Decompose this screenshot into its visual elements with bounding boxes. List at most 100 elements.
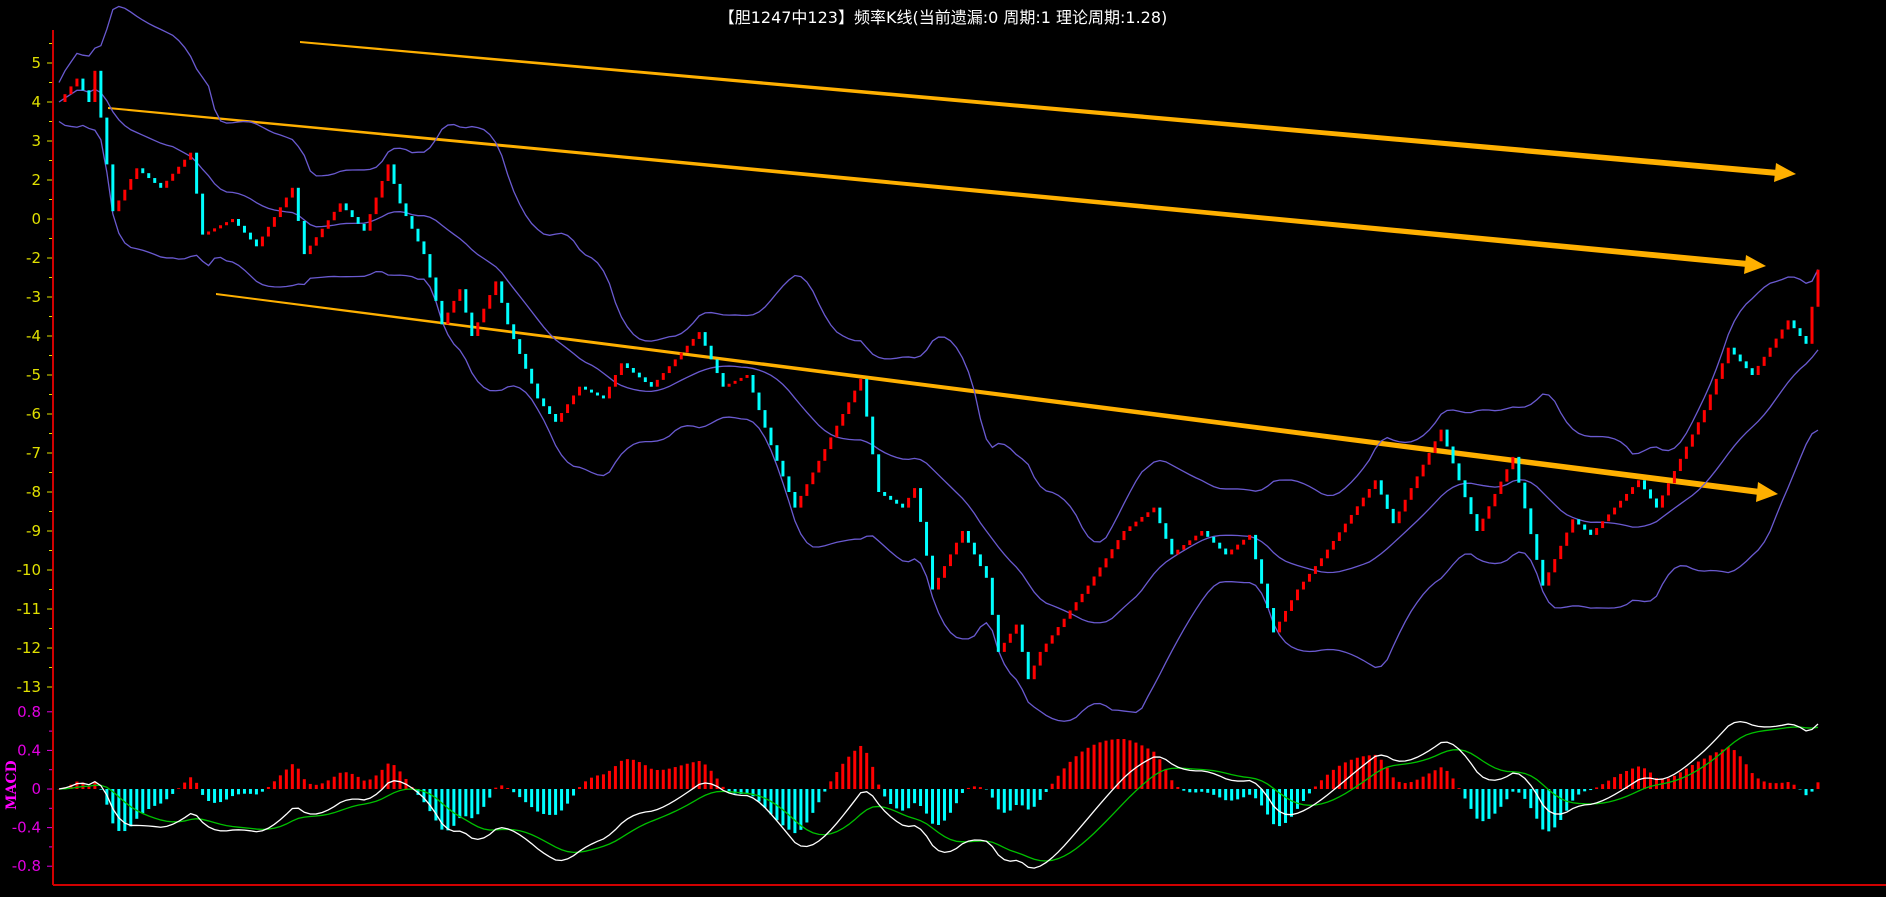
macd-bar-negative: [1589, 789, 1593, 791]
candle-up: [75, 78, 79, 87]
candle-down: [1170, 538, 1174, 555]
candle-down: [153, 178, 157, 183]
candle-up: [578, 386, 582, 396]
candle-up: [799, 495, 803, 508]
candle-up: [1301, 581, 1305, 590]
y-tick-label: -7: [26, 444, 41, 462]
candle-down: [111, 164, 115, 212]
macd-bar-negative: [1529, 789, 1533, 809]
candle-up: [1074, 602, 1078, 611]
candle-down: [428, 254, 432, 278]
candle-up: [1086, 585, 1090, 594]
candle-up: [117, 200, 121, 212]
macd-bar-positive: [679, 765, 683, 789]
macd-bar-positive: [1176, 786, 1180, 789]
macd-bar-negative: [793, 789, 797, 834]
trend-arrow-2: [108, 107, 1748, 267]
macd-bar-positive: [578, 787, 582, 789]
candle-up: [661, 373, 665, 380]
candle-up: [1044, 643, 1048, 652]
candle-down: [637, 372, 641, 378]
macd-bar-positive: [308, 783, 312, 789]
candle-up: [1619, 500, 1623, 508]
macd-bar-positive: [494, 787, 498, 789]
candle-up: [745, 375, 749, 378]
candle-down: [901, 503, 905, 508]
kline-chart: 5 4 3 2 0 -2 -3 -4 -5 -6 -7 -8 -9 -10 -11 -12 -13 0.8 0.4 0…: [12, 5, 1886, 886]
macd-bar-positive: [1726, 747, 1730, 789]
macd-bar-negative: [948, 789, 952, 813]
candle-up: [733, 380, 737, 384]
candle-up: [1625, 493, 1629, 501]
macd-bar-positive: [1601, 784, 1605, 789]
candle-up: [1505, 469, 1509, 482]
candle-down: [344, 203, 348, 211]
candle-up: [1373, 480, 1377, 489]
macd-bar-negative: [153, 789, 157, 806]
candle-up: [476, 322, 480, 336]
candle-up: [1128, 526, 1132, 531]
candle-down: [1272, 608, 1276, 633]
macd-bar-positive: [296, 768, 300, 789]
macd-bar-positive: [631, 759, 635, 789]
macd-bar-negative: [1248, 789, 1252, 795]
candle-up: [572, 395, 576, 405]
candle-up: [219, 225, 223, 229]
macd-bar-negative: [99, 789, 103, 790]
candle-up: [1720, 363, 1724, 379]
macd-bar-negative: [536, 789, 540, 812]
candle-up: [1152, 507, 1156, 513]
candle-down: [1523, 482, 1527, 509]
candle-down: [105, 117, 109, 165]
candle-down: [416, 228, 420, 242]
candle-up: [1762, 356, 1766, 366]
macd-bar-positive: [326, 780, 330, 789]
y-tick-label: -4: [26, 327, 41, 345]
candle-up: [1678, 458, 1682, 472]
macd-bar-positive: [278, 775, 282, 789]
macd-bar-positive: [1637, 766, 1641, 789]
candle-up: [380, 180, 384, 198]
candle-up: [1439, 429, 1443, 442]
candle-up: [942, 566, 946, 578]
candle-up: [1307, 573, 1311, 582]
macd-bar-positive: [189, 777, 193, 789]
macd-bar-positive: [877, 784, 881, 789]
macd-bar-positive: [374, 775, 378, 789]
macd-bar-negative: [1194, 789, 1198, 793]
macd-bar-positive: [613, 766, 617, 789]
candle-up: [1361, 497, 1365, 507]
candle-up: [1355, 506, 1359, 515]
candle-up: [1002, 642, 1006, 652]
macd-bar-negative: [512, 789, 516, 793]
macd-bar-positive: [1439, 767, 1443, 789]
macd-bar-positive: [1056, 775, 1060, 789]
macd-bar-positive: [853, 750, 857, 789]
candle-up: [1140, 516, 1144, 522]
candle-up: [1427, 453, 1431, 465]
macd-bar-positive: [637, 762, 641, 789]
candle-up: [308, 245, 312, 255]
candle-up: [1236, 544, 1240, 550]
candle-down: [404, 203, 408, 217]
y-tick-label: 4: [31, 93, 41, 111]
macd-bar-positive: [871, 766, 875, 789]
macd-bar-negative: [1212, 789, 1216, 795]
macd-bar-positive: [506, 788, 510, 789]
candles: [63, 70, 1820, 680]
candle-down: [1732, 347, 1736, 355]
macd-bar-negative: [1810, 789, 1814, 792]
candle-up: [1810, 306, 1814, 344]
candle-down: [1804, 336, 1808, 344]
candle-up: [266, 226, 270, 237]
candle-down: [972, 542, 976, 555]
candle-up: [1571, 519, 1575, 533]
macd-bar-negative: [464, 789, 468, 817]
macd-bar-negative: [1469, 789, 1473, 809]
candle-up: [673, 359, 677, 367]
candle-up: [446, 312, 450, 325]
macd-bar-negative: [452, 789, 456, 826]
candle-down: [721, 373, 725, 387]
candle-down: [877, 454, 881, 492]
candle-down: [87, 90, 91, 102]
